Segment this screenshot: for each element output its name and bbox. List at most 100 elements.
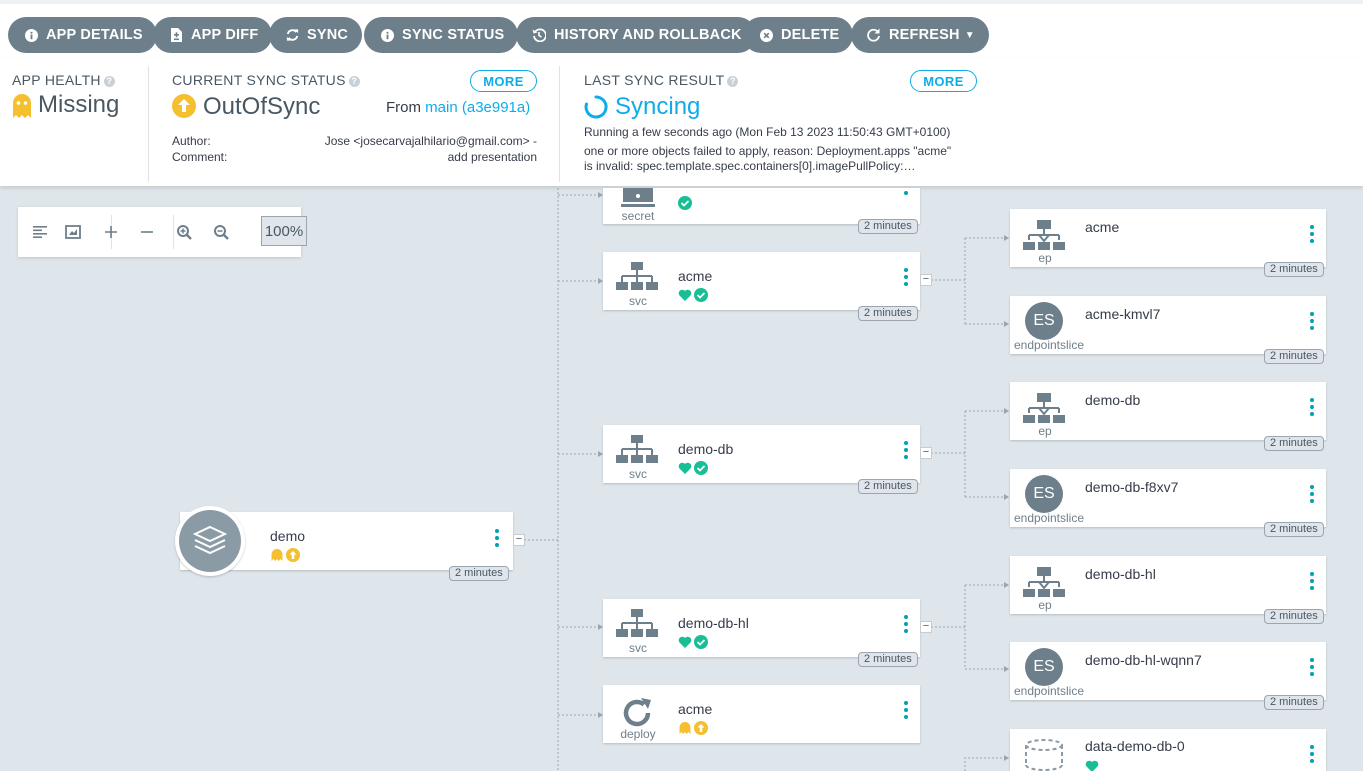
zoom-in-icon[interactable] xyxy=(171,219,197,245)
node-title: demo-db-hl xyxy=(1085,566,1156,582)
service-icon xyxy=(613,609,661,645)
ep-demo-db-node[interactable]: ep demo-db xyxy=(1010,382,1326,440)
node-menu-icon[interactable] xyxy=(902,615,910,633)
deploy-acme-node[interactable]: deploy acme xyxy=(603,685,920,743)
age-badge: 2 minutes xyxy=(858,306,918,321)
node-title: demo-db xyxy=(678,441,734,457)
healthy-heart-icon xyxy=(678,636,692,648)
node-title: acme xyxy=(678,701,713,717)
age-badge: 2 minutes xyxy=(1264,436,1324,451)
endpoints-icon xyxy=(1020,392,1068,428)
node-kind: ep xyxy=(1038,251,1052,265)
age-badge: 2 minutes xyxy=(1264,522,1324,537)
ep-demo-db-hl-node[interactable]: ep demo-db-hl xyxy=(1010,556,1326,614)
node-title: demo-db-f8xv7 xyxy=(1085,479,1179,495)
node-title: data-demo-db-0 xyxy=(1085,738,1185,754)
node-menu-icon[interactable] xyxy=(1308,312,1316,330)
service-icon xyxy=(613,435,661,471)
node-status-badges xyxy=(678,635,708,649)
node-kind: secret xyxy=(621,209,655,223)
node-kind: deploy xyxy=(620,727,656,741)
synced-check-icon xyxy=(694,288,708,302)
align-left-icon[interactable] xyxy=(27,219,53,245)
graph-controls: 100% xyxy=(18,207,307,257)
node-menu-icon[interactable] xyxy=(1308,572,1316,590)
node-title: demo-db-hl xyxy=(678,615,749,631)
synced-check-icon xyxy=(694,635,708,649)
plus-icon[interactable] xyxy=(98,219,124,245)
healthy-check-icon xyxy=(678,196,692,215)
out-of-sync-icon xyxy=(694,721,708,735)
app-icon-ring xyxy=(175,506,245,576)
node-status-badges xyxy=(678,288,708,302)
age-badge: 2 minutes xyxy=(858,219,918,234)
minus-icon[interactable] xyxy=(134,219,160,245)
node-title: demo xyxy=(270,528,306,544)
node-menu-icon[interactable] xyxy=(1308,745,1316,763)
node-title: acme xyxy=(678,268,713,284)
healthy-heart-icon xyxy=(678,289,692,301)
layers-icon xyxy=(179,510,241,572)
node-status-badges xyxy=(678,461,708,475)
node-kind: endpointslice xyxy=(1013,511,1085,525)
age-badge: 2 minutes xyxy=(1264,349,1324,364)
node-menu-icon[interactable] xyxy=(1308,485,1316,503)
zoom-level: 100% xyxy=(261,216,307,246)
out-of-sync-icon xyxy=(286,548,300,562)
endpointslice-icon: ES xyxy=(1025,475,1063,513)
node-title: demo-db xyxy=(1085,392,1141,408)
endpoints-icon xyxy=(1020,566,1068,602)
endpointslice-icon: ES xyxy=(1025,648,1063,686)
node-title: acme xyxy=(1085,219,1120,235)
missing-ghost-icon xyxy=(271,549,283,561)
node-menu-icon[interactable] xyxy=(902,441,910,459)
endpoints-icon xyxy=(1020,219,1068,255)
node-menu-icon[interactable] xyxy=(902,701,910,719)
es-demo-db-hl-node[interactable]: ES endpointslice demo-db-hl-wqnn7 xyxy=(1010,642,1326,700)
es-acme-node[interactable]: ES endpointslice acme-kmvl7 xyxy=(1010,296,1326,354)
es-demo-db-node[interactable]: ES endpointslice demo-db-f8xv7 xyxy=(1010,469,1326,527)
missing-ghost-icon xyxy=(679,722,691,734)
node-kind: ep xyxy=(1038,598,1052,612)
collapse-toggle[interactable]: − xyxy=(920,621,932,633)
healthy-heart-icon xyxy=(678,462,692,474)
node-kind: endpointslice xyxy=(1013,684,1085,698)
collapse-toggle[interactable]: − xyxy=(920,274,932,286)
ep-acme-node[interactable]: ep acme xyxy=(1010,209,1326,267)
node-kind: svc xyxy=(629,467,647,481)
node-menu-icon[interactable] xyxy=(1308,398,1316,416)
node-menu-icon[interactable] xyxy=(902,268,910,286)
age-badge: 2 minutes xyxy=(1264,262,1324,277)
zoom-out-icon[interactable] xyxy=(208,219,234,245)
fit-to-screen-icon[interactable] xyxy=(60,219,86,245)
persistent-volume-claim-icon xyxy=(1024,739,1064,771)
collapse-toggle[interactable]: − xyxy=(513,534,525,546)
node-title: demo-db-hl-wqnn7 xyxy=(1085,652,1202,668)
age-badge: 2 minutes xyxy=(858,479,918,494)
age-badge: 2 minutes xyxy=(1264,695,1324,710)
node-kind: endpointslice xyxy=(1013,338,1085,352)
deployment-icon xyxy=(613,695,661,731)
svc-demo-db-hl-node[interactable]: svc demo-db-hl xyxy=(603,599,920,657)
node-kind: ep xyxy=(1038,424,1052,438)
node-menu-icon[interactable] xyxy=(902,191,910,195)
svc-demo-db-node[interactable]: svc demo-db xyxy=(603,425,920,483)
node-title: acme-kmvl7 xyxy=(1085,306,1161,322)
svc-acme-node[interactable]: svc acme xyxy=(603,252,920,310)
endpointslice-icon: ES xyxy=(1025,302,1063,340)
service-icon xyxy=(613,262,661,298)
collapse-toggle[interactable]: − xyxy=(920,447,932,459)
node-menu-icon[interactable] xyxy=(1308,225,1316,243)
age-badge: 2 minutes xyxy=(858,652,918,667)
node-status-badges xyxy=(678,721,708,735)
age-badge: 2 minutes xyxy=(1264,609,1324,624)
pvc-node[interactable]: data-demo-db-0 xyxy=(1010,729,1326,771)
node-kind: svc xyxy=(629,641,647,655)
healthy-heart-icon xyxy=(1085,759,1099,771)
node-status-badges xyxy=(270,548,300,562)
synced-check-icon xyxy=(694,461,708,475)
node-menu-icon[interactable] xyxy=(493,529,501,547)
node-kind: svc xyxy=(629,294,647,308)
age-badge: 2 minutes xyxy=(449,566,509,581)
node-menu-icon[interactable] xyxy=(1308,658,1316,676)
